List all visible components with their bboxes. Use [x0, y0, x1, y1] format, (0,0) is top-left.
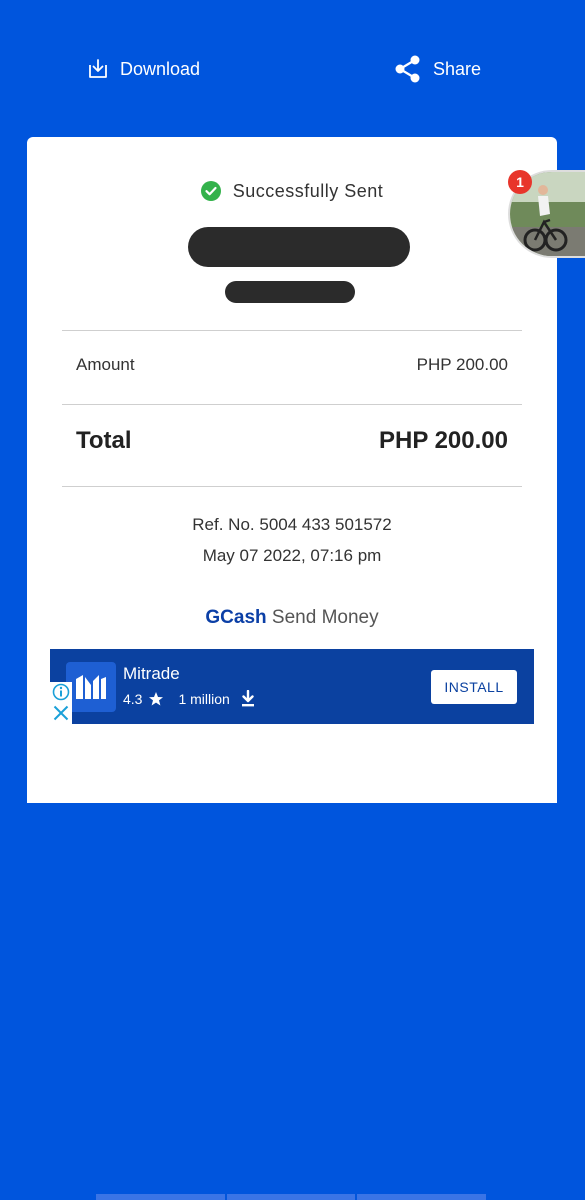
divider	[62, 404, 522, 405]
mitrade-logo-icon	[76, 675, 106, 699]
amount-row: Amount PHP 200.00	[76, 355, 508, 377]
brand-name: GCash	[205, 607, 267, 628]
chat-head-bubble[interactable]: 1	[508, 170, 585, 258]
page-title-partial	[96, 0, 256, 4]
brand-service: Send Money	[271, 607, 379, 628]
divider	[62, 486, 522, 487]
notification-badge: 1	[508, 170, 532, 194]
bottom-nav-hint	[96, 1194, 488, 1200]
close-icon[interactable]	[50, 703, 72, 723]
share-icon	[395, 55, 420, 83]
check-circle-icon	[200, 181, 221, 201]
transaction-datetime: May 07 2022, 07:16 pm	[202, 546, 382, 565]
nav-hint-segment	[357, 1194, 487, 1200]
nav-hint-segment	[226, 1194, 356, 1200]
ad-app-name[interactable]: Mitrade	[123, 664, 180, 684]
star-icon	[149, 692, 164, 706]
total-value: PHP 200.00	[379, 427, 508, 454]
status-text: Successfully Sent	[232, 180, 384, 201]
receipt-torn-edge	[27, 786, 557, 798]
share-button[interactable]: Share	[393, 48, 481, 90]
download-label: Download	[120, 58, 201, 79]
ad-app-meta: 4.3 1 million	[123, 690, 256, 708]
status-row: Successfully Sent	[27, 179, 557, 203]
divider	[62, 330, 522, 331]
redacted-recipient-name	[188, 227, 410, 267]
reference-number: Ref. No. 5004 433 501572	[192, 515, 392, 534]
ad-banner[interactable]: Mitrade 4.3 1 million INSTALL	[50, 649, 534, 724]
ad-rating: 4.3	[123, 691, 143, 707]
nav-hint-segment	[96, 1194, 225, 1200]
receipt-card: Successfully Sent Amount PHP 200.00 Tota…	[27, 137, 557, 803]
download-button[interactable]: Download	[86, 48, 200, 90]
ad-app-logo[interactable]	[66, 662, 116, 712]
ad-choices	[50, 682, 72, 724]
download-arrow-icon	[241, 690, 254, 707]
top-actions-bar: Download Share	[0, 48, 585, 90]
info-icon[interactable]	[50, 682, 72, 702]
total-label: Total	[76, 427, 132, 454]
total-row: Total PHP 200.00	[76, 427, 508, 459]
download-icon	[89, 59, 107, 78]
share-label: Share	[433, 58, 482, 79]
ad-installs: 1 million	[178, 691, 230, 707]
amount-label: Amount	[76, 355, 135, 374]
amount-value: PHP 200.00	[416, 355, 508, 374]
ad-install-button[interactable]: INSTALL	[431, 670, 517, 704]
redacted-recipient-number	[225, 281, 355, 303]
brand-line: GCash Send Money	[27, 607, 557, 629]
